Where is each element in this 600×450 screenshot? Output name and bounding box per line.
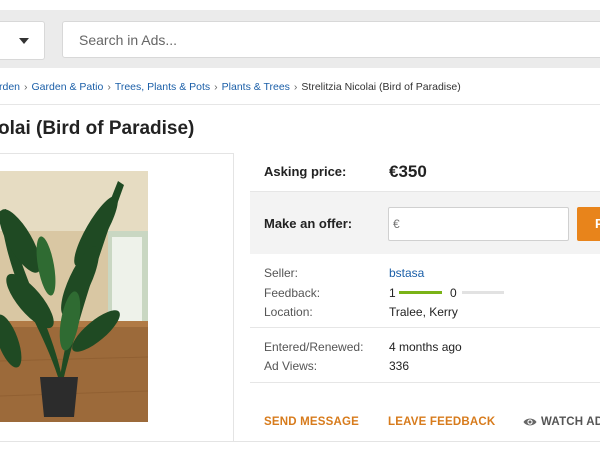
divider <box>250 327 600 328</box>
location-value: Tralee, Kerry <box>389 305 458 319</box>
search-input[interactable] <box>62 21 600 58</box>
leave-feedback-button[interactable]: LEAVE FEEDBACK <box>388 416 495 428</box>
feedback-negative-count: 0 <box>450 286 457 300</box>
breadcrumb: rden › Garden & Patio › Trees, Plants & Pots… <box>0 81 461 93</box>
offer-amount-input[interactable] <box>388 207 569 241</box>
eye-icon <box>523 418 537 426</box>
feedback-label: Feedback: <box>264 286 321 300</box>
divider <box>0 441 600 442</box>
breadcrumb-separator: › <box>107 81 111 93</box>
breadcrumb-item-garden[interactable]: rden <box>0 81 20 93</box>
seller-name-link[interactable]: bstasa <box>389 266 424 280</box>
breadcrumb-separator: › <box>214 81 218 93</box>
breadcrumb-separator: › <box>24 81 28 93</box>
breadcrumb-separator: › <box>293 81 298 93</box>
watch-ad-button[interactable]: WATCH AD <box>541 416 600 428</box>
feedback-negative-bar <box>462 291 504 294</box>
page-title: olai (Bird of Paradise) <box>0 118 195 139</box>
divider <box>250 382 600 383</box>
asking-price-value: €350 <box>389 162 427 181</box>
offer-label: Make an offer: <box>264 216 353 231</box>
chevron-down-icon <box>19 38 29 44</box>
feedback-positive-count: 1 <box>389 286 396 300</box>
breadcrumb-item-trees-plants-pots[interactable]: Trees, Plants & Pots <box>115 81 210 93</box>
breadcrumb-item-garden-patio[interactable]: Garden & Patio <box>32 81 104 93</box>
entered-label: Entered/Renewed: <box>264 340 364 354</box>
seller-label: Seller: <box>264 266 299 280</box>
send-message-button[interactable]: SEND MESSAGE <box>264 416 359 428</box>
asking-price-label: Asking price: <box>264 164 347 179</box>
header-bar <box>0 0 600 68</box>
views-value: 336 <box>389 359 410 373</box>
divider <box>0 104 600 105</box>
views-label: Ad Views: <box>264 359 318 373</box>
header-top-strip <box>0 0 600 10</box>
category-dropdown[interactable] <box>0 21 45 60</box>
location-label: Location: <box>264 305 313 319</box>
entered-value: 4 months ago <box>389 340 462 354</box>
breadcrumb-item-plants-trees[interactable]: Plants & Trees <box>222 81 290 93</box>
feedback-positive-bar <box>399 291 442 294</box>
listing-photo[interactable] <box>0 171 148 422</box>
breadcrumb-current: Strelitzia Nicolai (Bird of Paradise) <box>301 81 461 93</box>
offer-submit-button[interactable]: P <box>577 207 600 241</box>
plant-photo-image <box>0 171 148 422</box>
